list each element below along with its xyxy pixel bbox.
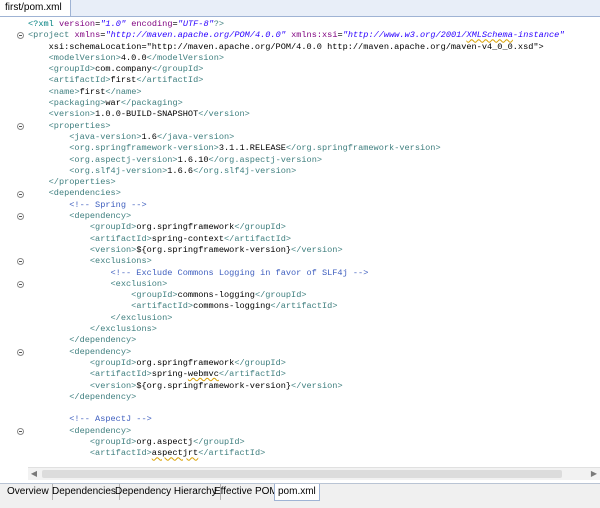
code-line[interactable]: <modelVersion>4.0.0</modelVersion> — [28, 53, 590, 64]
code-line[interactable]: <artifactId>spring-context</artifactId> — [28, 234, 590, 245]
bottom-tab-dependency-hierarchy[interactable]: Dependency Hierarchy — [112, 484, 221, 500]
code-line[interactable]: <!-- AspectJ --> — [28, 414, 590, 425]
code-line[interactable]: xsi:schemaLocation="http://maven.apache.… — [28, 42, 590, 53]
code-line[interactable]: <artifactId>commons-logging</artifactId> — [28, 301, 590, 312]
code-line[interactable]: </dependency> — [28, 392, 590, 403]
code-line[interactable]: <org.aspectj-version>1.6.10</org.aspectj… — [28, 155, 590, 166]
bottom-tab-effective-pom[interactable]: Effective POM — [211, 484, 282, 500]
xml-editor[interactable]: <?xml version="1.0" encoding="UTF-8"?> <p… — [0, 17, 600, 483]
annotation-ruler — [0, 17, 15, 483]
code-area[interactable]: <?xml version="1.0" encoding="UTF-8"?> <p… — [28, 19, 590, 460]
code-line[interactable]: <org.springframework-version>3.1.1.RELEA… — [28, 143, 590, 154]
fold-toggle-icon[interactable] — [17, 280, 24, 288]
editor-tab-pom[interactable]: first/pom.xml — [0, 0, 71, 16]
code-line[interactable]: <version>1.0.0-BUILD-SNAPSHOT</version> — [28, 109, 590, 120]
fold-gutter — [14, 17, 28, 483]
fold-toggle-icon[interactable] — [17, 258, 24, 266]
bottom-tab-bar: Overview Dependencies Dependency Hierarchy… — [0, 483, 600, 508]
bottom-tab-overview[interactable]: Overview — [4, 484, 53, 500]
code-line[interactable]: <!-- Exclude Commons Logging in favor of… — [28, 268, 590, 279]
code-line[interactable]: <groupId>org.aspectj</groupId> — [28, 437, 590, 448]
code-line[interactable]: <dependency> — [28, 347, 590, 358]
fold-toggle-icon[interactable] — [17, 190, 24, 198]
code-line[interactable]: <dependency> — [28, 211, 590, 222]
code-line[interactable]: <artifactId>spring-webmvc</artifactId> — [28, 369, 590, 380]
fold-toggle-icon[interactable] — [17, 427, 24, 435]
code-line[interactable]: <name>first</name> — [28, 87, 590, 98]
fold-toggle-icon[interactable] — [17, 213, 24, 221]
code-line[interactable]: </exclusion> — [28, 313, 590, 324]
code-line[interactable]: <java-version>1.6</java-version> — [28, 132, 590, 143]
code-line[interactable]: </dependency> — [28, 335, 590, 346]
code-line[interactable] — [28, 403, 590, 414]
code-line[interactable]: <?xml version="1.0" encoding="UTF-8"?> — [28, 19, 590, 30]
code-line[interactable]: </exclusions> — [28, 324, 590, 335]
fold-toggle-icon[interactable] — [17, 122, 24, 130]
scroll-right-arrow-icon[interactable]: ▶ — [588, 468, 600, 480]
code-line[interactable]: <version>${org.springframework-version}<… — [28, 245, 590, 256]
scroll-thumb[interactable] — [42, 470, 562, 478]
code-line[interactable]: <packaging>war</packaging> — [28, 98, 590, 109]
code-line[interactable]: <version>${org.springframework-version}<… — [28, 381, 590, 392]
code-line[interactable]: <groupId>commons-logging</groupId> — [28, 290, 590, 301]
code-line[interactable]: <project xmlns="http://maven.apache.org/… — [28, 30, 590, 41]
scroll-left-arrow-icon[interactable]: ◀ — [28, 468, 40, 480]
code-line[interactable]: <exclusions> — [28, 256, 590, 267]
code-line[interactable]: <groupId>org.springframework</groupId> — [28, 222, 590, 233]
fold-toggle-icon[interactable] — [17, 32, 24, 40]
fold-toggle-icon[interactable] — [17, 348, 24, 356]
code-line[interactable]: <properties> — [28, 121, 590, 132]
code-line[interactable]: <dependency> — [28, 426, 590, 437]
code-line[interactable]: <!-- Spring --> — [28, 200, 590, 211]
code-line[interactable]: <groupId>org.springframework</groupId> — [28, 358, 590, 369]
code-line[interactable]: <org.slf4j-version>1.6.6</org.slf4j-vers… — [28, 166, 590, 177]
code-line[interactable]: <exclusion> — [28, 279, 590, 290]
horizontal-scrollbar[interactable]: ◀ ▶ — [28, 467, 600, 480]
code-line[interactable]: <artifactId>aspectjrt</artifactId> — [28, 448, 590, 459]
bottom-tab-pom-xml[interactable]: pom.xml — [274, 484, 320, 501]
editor-tab-bar: first/pom.xml — [0, 0, 600, 17]
code-line[interactable]: </properties> — [28, 177, 590, 188]
code-line[interactable]: <dependencies> — [28, 188, 590, 199]
code-line[interactable]: <artifactId>first</artifactId> — [28, 75, 590, 86]
bottom-tab-dependencies[interactable]: Dependencies — [49, 484, 120, 500]
code-line[interactable]: <groupId>com.company</groupId> — [28, 64, 590, 75]
